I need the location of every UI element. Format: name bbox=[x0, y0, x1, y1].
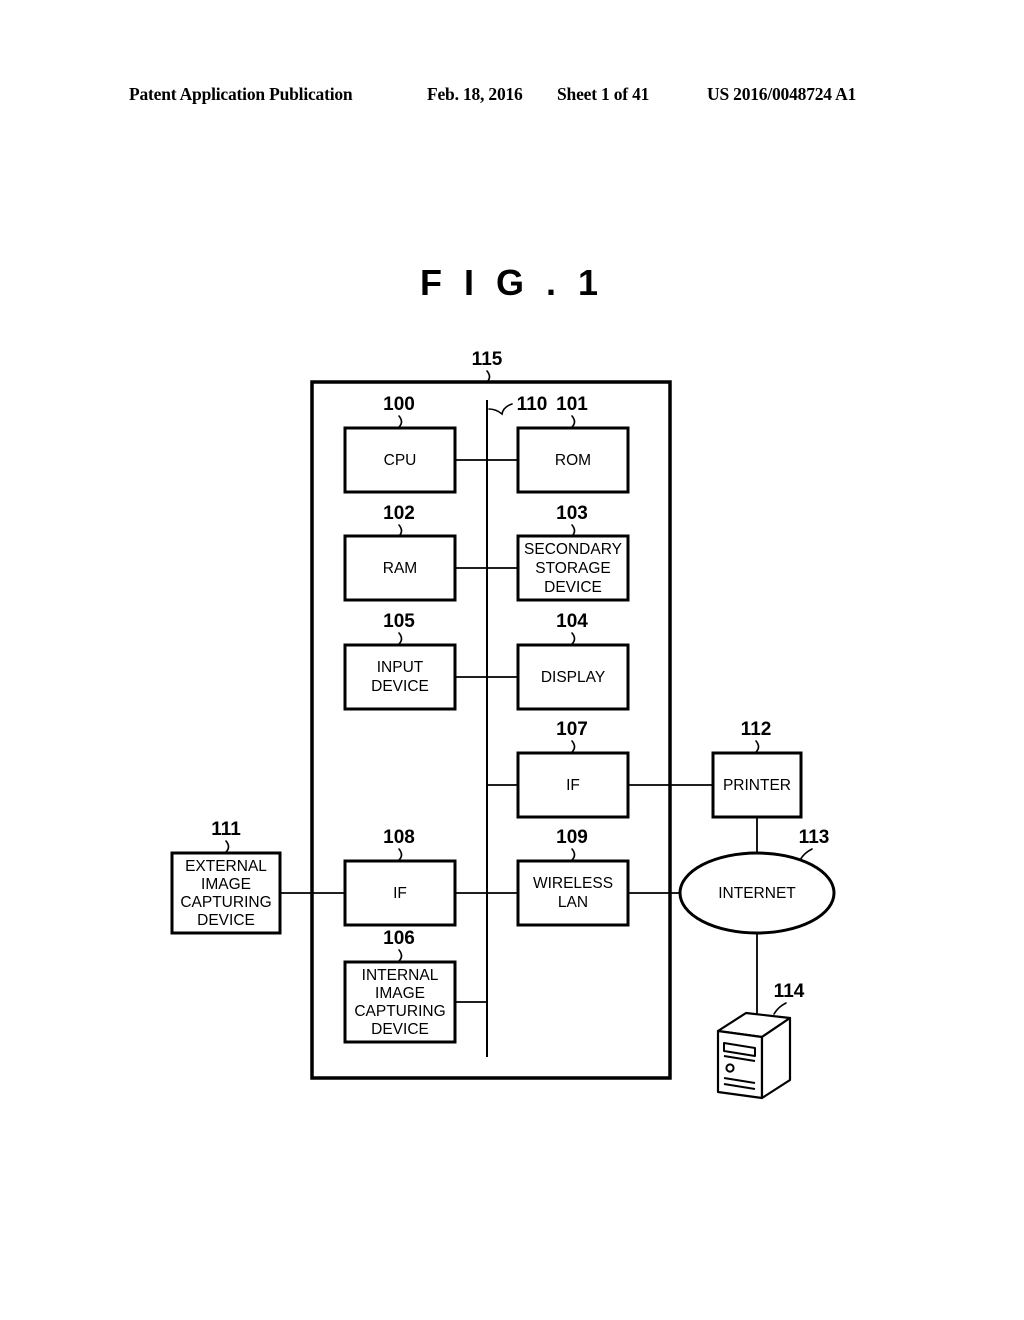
ref-101: 101 bbox=[556, 394, 588, 415]
leader-101 bbox=[571, 415, 576, 428]
block-external-cam-label-3: CAPTURING bbox=[180, 894, 271, 911]
block-if-108[interactable]: IF bbox=[343, 859, 457, 927]
leader-113 bbox=[799, 848, 813, 861]
leader-104 bbox=[571, 632, 576, 645]
block-internal-cam-label-3: CAPTURING bbox=[354, 1003, 445, 1020]
block-input-device[interactable]: INPUT DEVICE bbox=[343, 643, 457, 711]
block-wireless-lan[interactable]: WIRELESS LAN bbox=[516, 859, 630, 927]
block-wireless-lan-rect bbox=[516, 859, 630, 927]
leader-112 bbox=[755, 740, 760, 753]
block-external-cam-label-2: IMAGE bbox=[201, 876, 251, 893]
leader-106 bbox=[398, 949, 403, 962]
block-server[interactable] bbox=[716, 1011, 792, 1100]
ref-102: 102 bbox=[383, 503, 415, 524]
leader-110 bbox=[488, 403, 513, 416]
ref-112: 112 bbox=[741, 719, 772, 740]
leader-109 bbox=[571, 848, 576, 861]
leader-108 bbox=[398, 848, 403, 861]
block-input-device-label-1: INPUT bbox=[377, 659, 424, 676]
leader-107 bbox=[571, 740, 576, 753]
block-printer[interactable]: PRINTER bbox=[711, 751, 803, 819]
ref-105: 105 bbox=[383, 611, 415, 632]
block-internal-cam-label-4: DEVICE bbox=[371, 1021, 429, 1038]
ref-100: 100 bbox=[383, 394, 415, 415]
block-if-107-label: IF bbox=[566, 777, 580, 794]
block-secondary-storage-label-3: DEVICE bbox=[544, 579, 602, 596]
block-printer-label: PRINTER bbox=[723, 777, 791, 794]
block-wireless-lan-label-2: LAN bbox=[558, 894, 588, 911]
ref-113: 113 bbox=[799, 827, 830, 848]
block-if-107[interactable]: IF bbox=[516, 751, 630, 819]
block-display[interactable]: DISPLAY bbox=[516, 643, 630, 711]
block-internal-cam-label-2: IMAGE bbox=[375, 985, 425, 1002]
leader-100 bbox=[398, 415, 403, 428]
block-internet[interactable]: INTERNET bbox=[678, 851, 836, 935]
block-external-cam-label-1: EXTERNAL bbox=[185, 858, 267, 875]
ref-114: 114 bbox=[774, 981, 805, 1002]
block-input-device-label-2: DEVICE bbox=[371, 678, 429, 695]
leader-114 bbox=[773, 1002, 787, 1015]
block-internal-image-capturing-device[interactable]: INTERNAL IMAGE CAPTURING DEVICE bbox=[343, 960, 457, 1044]
block-if-108-label: IF bbox=[393, 885, 407, 902]
ref-103: 103 bbox=[556, 503, 588, 524]
block-secondary-storage-device[interactable]: SECONDARY STORAGE DEVICE bbox=[516, 534, 630, 602]
server-front-face bbox=[716, 1029, 764, 1100]
leader-111 bbox=[225, 840, 230, 853]
block-ram-label: RAM bbox=[383, 560, 417, 577]
block-secondary-storage-label-1: SECONDARY bbox=[524, 541, 622, 558]
ref-108: 108 bbox=[383, 827, 415, 848]
leader-105 bbox=[398, 632, 403, 645]
ref-106: 106 bbox=[383, 928, 415, 949]
ref-109: 109 bbox=[556, 827, 588, 848]
ref-111: 111 bbox=[211, 819, 241, 840]
block-wireless-lan-label-1: WIRELESS bbox=[533, 875, 613, 892]
block-internal-cam-label-1: INTERNAL bbox=[362, 967, 439, 984]
block-external-image-capturing-device[interactable]: EXTERNAL IMAGE CAPTURING DEVICE bbox=[170, 851, 282, 935]
block-ram[interactable]: RAM bbox=[343, 534, 457, 602]
block-input-device-rect bbox=[343, 643, 457, 711]
leader-103 bbox=[571, 524, 576, 537]
block-diagram: CPU 100 ROM 101 RAM 102 SECONDARY STORAG… bbox=[0, 0, 1024, 1320]
ref-104: 104 bbox=[556, 611, 588, 632]
block-rom[interactable]: ROM bbox=[516, 426, 630, 494]
block-cpu-label: CPU bbox=[384, 452, 417, 469]
block-rom-label: ROM bbox=[555, 452, 591, 469]
block-internet-label: INTERNET bbox=[718, 885, 796, 902]
block-display-label: DISPLAY bbox=[541, 669, 605, 686]
block-cpu[interactable]: CPU bbox=[343, 426, 457, 494]
ref-107: 107 bbox=[556, 719, 588, 740]
block-secondary-storage-label-2: STORAGE bbox=[535, 560, 611, 577]
ref-115: 115 bbox=[472, 349, 503, 370]
ref-110: 110 bbox=[517, 394, 548, 415]
leader-102 bbox=[398, 524, 403, 537]
block-external-cam-label-4: DEVICE bbox=[197, 912, 255, 929]
